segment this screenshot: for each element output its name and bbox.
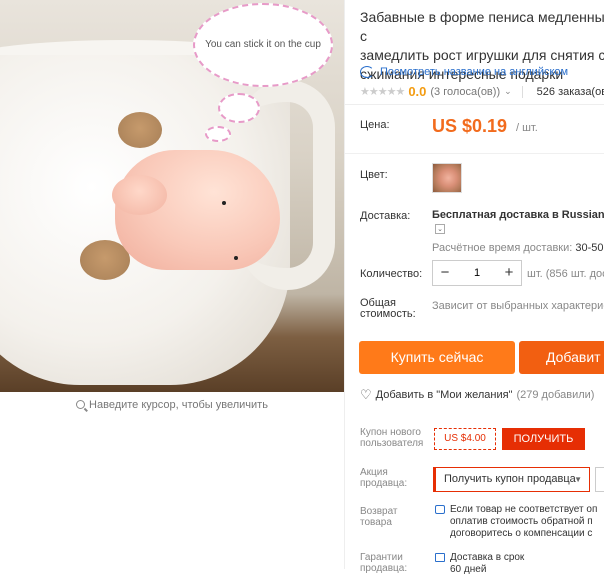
add-to-cart-button[interactable]: Добавит: [519, 341, 604, 374]
translate-link[interactable]: Посмотреть название на английском: [360, 66, 568, 78]
speech-bubble: You can stick it on the cup: [193, 3, 333, 87]
coupon-amount: US $4.00: [434, 428, 496, 450]
shipping-label: Доставка:: [360, 210, 411, 222]
wishlist-link[interactable]: ♡ Добавить в "Мои желания" (279 добавили…: [360, 387, 594, 403]
new-user-coupon-label: Купон нового пользователя: [360, 427, 424, 449]
divider: [345, 153, 604, 154]
quantity-plus-button[interactable]: +: [497, 261, 521, 285]
price-value: US $0.19: [432, 116, 508, 136]
delivery-icon: [435, 553, 445, 562]
return-icon: [435, 505, 445, 514]
total-label: Общая стоимость:: [360, 297, 416, 320]
caret-down-icon: ▼: [574, 475, 582, 484]
speech-bubble-text: You can stick it on the cup: [205, 39, 321, 50]
rating-row: ★★★★★ 0.0 (3 голоса(ов)) ⌄ 526 заказа(ов…: [360, 84, 604, 99]
bear-print: [118, 112, 162, 148]
quantity-stepper: − +: [432, 260, 522, 286]
speech-bubble-dot: [205, 126, 231, 142]
shipping-time-label: Расчётное время доставки:: [432, 242, 573, 254]
rating-count[interactable]: (3 голоса(ов)): [430, 86, 500, 98]
get-coupon-button[interactable]: ПОЛУЧИТЬ: [502, 428, 585, 450]
price-unit: / шт.: [516, 122, 538, 134]
quantity-input[interactable]: [457, 261, 497, 285]
rating-stars-icon: ★★★★★: [360, 86, 405, 98]
buy-now-button[interactable]: Купить сейчас: [359, 341, 515, 374]
magnifier-icon: [76, 400, 86, 409]
rating-score: 0.0: [408, 84, 427, 99]
returns-text: Если товар не соответствует оп оплатив с…: [450, 504, 598, 539]
divider: [345, 104, 604, 105]
translate-link-text: Посмотреть название на английском: [380, 66, 569, 78]
seller-coupon-select[interactable]: Получить купон продавца ▼: [433, 467, 590, 492]
shipping-dropdown-icon[interactable]: ⌄: [435, 224, 445, 234]
squishy-toy-arm: [112, 175, 167, 215]
toy-eye: [234, 256, 238, 260]
color-label: Цвет:: [360, 169, 388, 181]
zoom-hint-text: Наведите курсор, чтобы увеличить: [89, 399, 268, 411]
chevron-down-icon[interactable]: ⌄: [504, 86, 512, 97]
quantity-minus-button[interactable]: −: [433, 261, 457, 285]
quantity-label: Количество:: [360, 268, 423, 280]
seller-coupon-select-text: Получить купон продавца: [444, 473, 576, 485]
shipping-time-value: 30-50: [575, 242, 604, 254]
color-option[interactable]: [432, 163, 462, 193]
shipping-method[interactable]: Бесплатная доставка в Russian F: [432, 209, 604, 221]
quantity-available: шт. (856 шт. дос: [527, 268, 604, 280]
translate-icon: [360, 66, 374, 78]
speech-bubble-dot: [218, 93, 260, 123]
guarantee-label: Гарантии продавца:: [360, 552, 408, 574]
toy-eye: [222, 201, 226, 205]
total-text: Зависит от выбранных характерис: [432, 300, 604, 312]
promo-extra-box[interactable]: [595, 467, 604, 492]
wishlist-text: Добавить в "Мои желания": [375, 389, 513, 401]
product-image[interactable]: You can stick it on the cup: [0, 0, 344, 392]
panel-divider: [344, 0, 345, 569]
seller-promo-label: Акция продавца:: [360, 467, 408, 489]
rating-separator: [521, 85, 523, 98]
returns-label: Возврат товара: [360, 506, 398, 528]
guarantee-text: Доставка в срок 60 дней: [450, 552, 525, 575]
heart-icon: ♡: [360, 387, 372, 402]
shipping-time: Расчётное время доставки: 30-50: [432, 242, 604, 254]
orders-count: 526 заказа(ов): [536, 85, 604, 98]
price-label: Цена:: [360, 119, 390, 131]
wishlist-count: (279 добавили): [516, 389, 595, 401]
zoom-hint: Наведите курсор, чтобы увеличить: [0, 399, 344, 411]
